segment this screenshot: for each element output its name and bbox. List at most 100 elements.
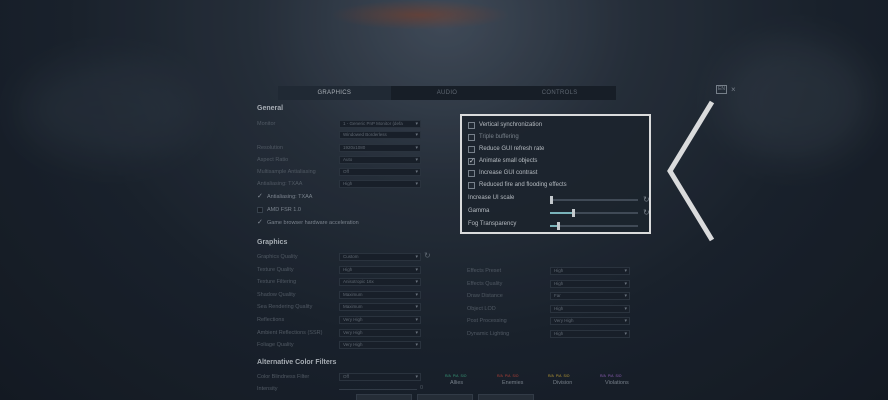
refresh-icon[interactable]: ↻ bbox=[424, 251, 431, 260]
antialiasing-label: Antialiasing: TXAA bbox=[257, 181, 303, 187]
footer-button[interactable] bbox=[478, 394, 534, 400]
graphics-setting-label: Sea Rendering Quality bbox=[257, 304, 313, 311]
background-blur bbox=[20, 60, 200, 160]
graphics-setting-label: Texture Quality bbox=[257, 266, 294, 273]
graphics-setting-label: Ambient Reflections (SSR) bbox=[257, 329, 323, 336]
color-code: R/A bbox=[445, 374, 451, 378]
animate-small-objects-label: Animate small objects bbox=[479, 158, 538, 164]
aspect-ratio-label: Aspect Ratio bbox=[257, 157, 289, 163]
settings-tab-bar: GRAPHICS AUDIO CONTROLS bbox=[278, 86, 616, 100]
checkbox-icon bbox=[468, 145, 475, 153]
graphics-setting-select[interactable]: Custom bbox=[339, 253, 421, 261]
ui-scale-slider[interactable] bbox=[550, 196, 638, 204]
graphics-setting-select[interactable]: Maximum bbox=[339, 290, 421, 299]
graphics-setting-select[interactable]: High bbox=[339, 265, 421, 274]
checkbox-icon bbox=[468, 121, 475, 129]
color-code: R/A bbox=[548, 374, 554, 378]
slider-fill bbox=[550, 212, 572, 214]
intensity-value: 0 bbox=[420, 385, 424, 391]
graphics-setting-select[interactable]: Very High bbox=[339, 316, 421, 324]
graphics-setting-select[interactable]: Very High bbox=[339, 328, 421, 337]
fog-transparency-slider[interactable] bbox=[550, 222, 638, 230]
color-code: P/A bbox=[504, 374, 511, 378]
fog-transparency-slider-row: Fog Transparency bbox=[468, 221, 650, 231]
graphics-setting-select[interactable]: High bbox=[550, 304, 630, 313]
antialiasing-select[interactable]: High bbox=[339, 180, 421, 188]
color-blindness-label: Color Blindness Filter bbox=[257, 374, 310, 380]
graphics-setting-select[interactable]: High bbox=[550, 330, 630, 338]
graphics-setting-label: Draw Distance bbox=[467, 293, 503, 300]
graphics-setting-select[interactable]: Anisotropic 16x bbox=[339, 278, 421, 287]
window-controls: EN × bbox=[716, 85, 736, 94]
slider-knob[interactable] bbox=[550, 196, 553, 204]
graphics-setting-select[interactable]: Maximum bbox=[339, 303, 421, 312]
color-filter-codes: R/A P/A S/O bbox=[497, 374, 519, 378]
reset-icon[interactable]: ↻ bbox=[643, 208, 650, 217]
close-icon[interactable]: × bbox=[731, 85, 736, 94]
color-code: S/O bbox=[512, 374, 519, 378]
checkbox-icon bbox=[468, 133, 475, 141]
slider-knob[interactable] bbox=[557, 222, 561, 230]
increase-gui-contrast-option[interactable]: Increase GUI contrast bbox=[468, 168, 537, 178]
graphics-setting-label: Effects Preset bbox=[467, 268, 502, 274]
tab-graphics[interactable]: GRAPHICS bbox=[278, 86, 391, 100]
graphics-setting-select[interactable]: Very High bbox=[339, 341, 421, 350]
graphics-setting-label: Object LOD bbox=[467, 305, 496, 312]
multisample-select[interactable]: Off bbox=[339, 168, 421, 176]
general-section-title: General bbox=[257, 105, 284, 112]
graphics-setting-select[interactable]: High bbox=[550, 267, 630, 275]
intensity-slider[interactable] bbox=[339, 389, 417, 390]
checkmark-icon bbox=[468, 157, 475, 165]
graphics-setting-label: Post Processing bbox=[467, 318, 507, 325]
txaa-checkbox[interactable]: ✓ bbox=[257, 193, 263, 200]
footer-button[interactable] bbox=[417, 394, 473, 400]
increase-gui-contrast-label: Increase GUI contrast bbox=[479, 170, 538, 176]
graphics-setting-select[interactable]: Far bbox=[550, 292, 630, 301]
ui-scale-slider-row: Increase UI scale ↻ bbox=[468, 195, 650, 205]
graphics-setting-label: Foliage Quality bbox=[257, 342, 294, 349]
gamma-slider[interactable] bbox=[550, 209, 638, 217]
slider-knob[interactable] bbox=[572, 209, 575, 217]
checkbox-icon bbox=[468, 169, 475, 177]
color-filter-name: Division bbox=[553, 380, 573, 386]
animate-small-objects-option[interactable]: Animate small objects bbox=[468, 156, 537, 166]
tab-audio[interactable]: AUDIO bbox=[391, 86, 504, 100]
txaa-checkbox-label: Antialiasing: TXAA bbox=[267, 194, 313, 200]
color-code: P/A bbox=[607, 374, 614, 378]
color-filter-name: Enemies bbox=[502, 380, 524, 386]
vsync-label: Vertical synchronization bbox=[479, 122, 543, 128]
graphics-setting-label: Graphics Quality bbox=[257, 254, 298, 260]
reduced-fire-effects-option[interactable]: Reduced fire and flooding effects bbox=[468, 180, 567, 190]
triple-buffering-option[interactable]: Triple buffering bbox=[468, 132, 519, 142]
color-blindness-select[interactable]: Off bbox=[339, 373, 421, 381]
color-filter-name: Violations bbox=[605, 380, 629, 386]
vsync-option[interactable]: Vertical synchronization bbox=[468, 120, 542, 130]
graphics-setting-label: Dynamic Lighting bbox=[467, 331, 510, 337]
display-options-panel: Vertical synchronization Triple bufferin… bbox=[460, 114, 651, 234]
color-filter-codes: R/A P/A S/O bbox=[548, 374, 570, 378]
tab-controls[interactable]: CONTROLS bbox=[503, 86, 616, 100]
browser-acceleration-checkbox[interactable]: ✓ bbox=[257, 219, 263, 226]
graphics-setting-select[interactable]: Very High bbox=[550, 317, 630, 326]
checkbox-icon bbox=[468, 181, 475, 189]
browser-acceleration-checkbox-label: Game browser hardware acceleration bbox=[267, 220, 359, 226]
graphics-setting-select[interactable]: High bbox=[550, 279, 630, 288]
background-glow bbox=[330, 0, 510, 30]
monitor-select[interactable]: 1 - Generic PnP Monitor (defa bbox=[339, 120, 421, 128]
ui-scale-label: Increase UI scale bbox=[468, 195, 515, 201]
color-code: P/A bbox=[555, 374, 562, 378]
language-badge[interactable]: EN bbox=[716, 85, 727, 94]
reset-icon[interactable]: ↻ bbox=[643, 195, 650, 204]
chevron-left-icon bbox=[667, 100, 715, 242]
reduce-gui-refresh-label: Reduce GUI refresh rate bbox=[479, 146, 545, 152]
display-mode-select[interactable]: Windowed Borderless bbox=[339, 131, 421, 139]
reduce-gui-refresh-option[interactable]: Reduce GUI refresh rate bbox=[468, 144, 544, 154]
graphics-section-title: Graphics bbox=[257, 239, 288, 246]
resolution-select[interactable]: 1920x1080 bbox=[339, 144, 421, 152]
amd-fsr-checkbox[interactable] bbox=[257, 207, 263, 213]
aspect-ratio-select[interactable]: Auto bbox=[339, 156, 421, 164]
color-code: S/O bbox=[563, 374, 570, 378]
footer-button[interactable] bbox=[356, 394, 412, 400]
graphics-setting-label: Shadow Quality bbox=[257, 291, 296, 298]
color-code: S/O bbox=[615, 374, 622, 378]
